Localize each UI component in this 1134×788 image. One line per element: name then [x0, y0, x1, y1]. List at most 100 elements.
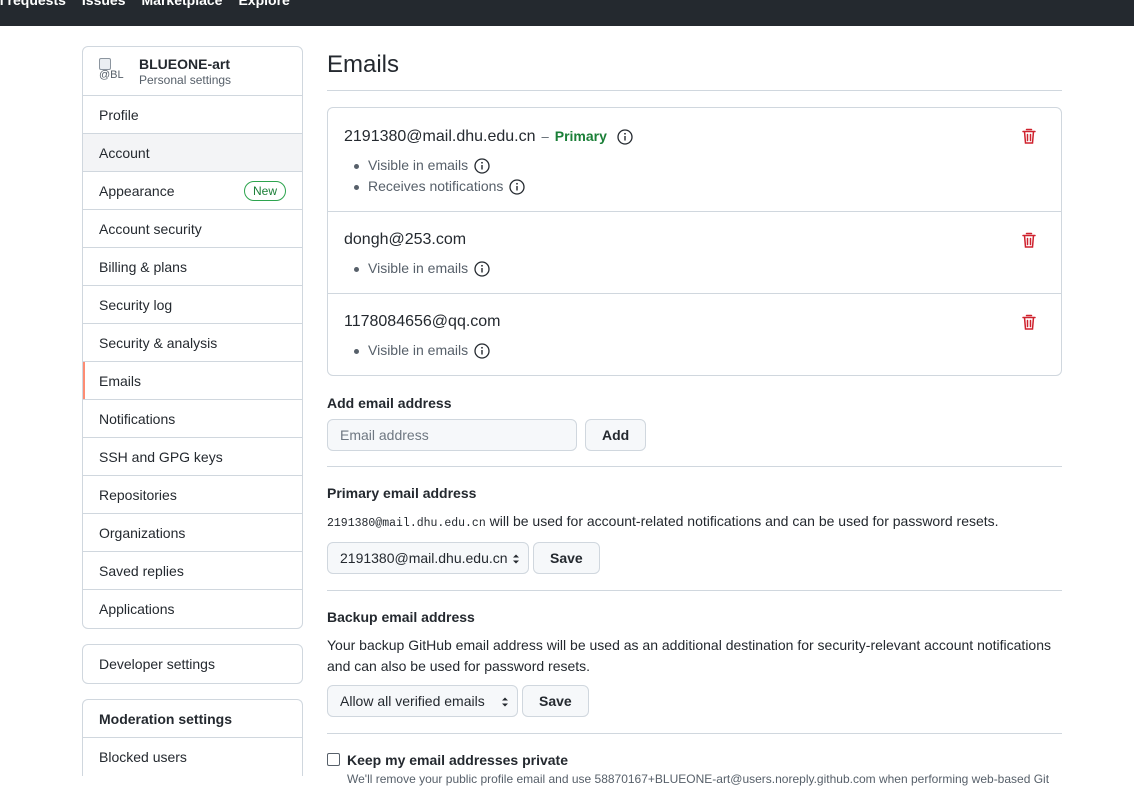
page-title: Emails: [327, 46, 1062, 91]
developer-settings-box: Developer settings: [82, 644, 303, 684]
email-properties: Visible in emails: [344, 258, 1045, 279]
email-properties: Visible in emails Receives notifications: [344, 155, 1045, 197]
backup-email-description: Your backup GitHub email address will be…: [327, 637, 1052, 674]
email-row: dongh@253.com Visible in emails: [328, 212, 1061, 294]
backup-email-select[interactable]: Allow all verified emails: [327, 685, 518, 717]
backup-email-controls: Allow all verified emails Save: [327, 685, 1062, 717]
primary-email-select[interactable]: 2191380@mail.dhu.edu.cn: [327, 542, 529, 574]
avatar[interactable]: @BL: [99, 58, 129, 88]
sidebar-item-security-analysis[interactable]: Security & analysis: [83, 324, 302, 362]
sidebar-item-developer-settings[interactable]: Developer settings: [83, 645, 302, 683]
property-label: Visible in emails: [368, 157, 469, 173]
info-icon[interactable]: [474, 158, 490, 174]
add-email-button[interactable]: Add: [585, 419, 647, 451]
info-icon[interactable]: [474, 343, 490, 359]
settings-sidebar: @BL BLUEONE-art Personal settings Profil…: [82, 46, 303, 629]
backup-email-save-button[interactable]: Save: [522, 685, 589, 717]
personal-settings-label: Personal settings: [139, 73, 232, 87]
email-address-line: 2191380@mail.dhu.edu.cn – Primary: [344, 124, 1045, 149]
sidebar-item-profile[interactable]: Profile: [83, 96, 302, 134]
email-address: dongh@253.com: [344, 231, 467, 248]
primary-label: Primary: [554, 128, 607, 144]
trash-icon[interactable]: [1021, 231, 1037, 249]
moderation-heading-label: Moderation settings: [99, 710, 233, 727]
sidebar-item-label: Emails: [99, 372, 142, 389]
moderation-settings-heading: Moderation settings: [83, 700, 302, 738]
add-email-row: Add: [327, 419, 1062, 451]
keep-private-checkbox[interactable]: [327, 753, 340, 766]
primary-email-code: 2191380@mail.dhu.edu.cn: [327, 517, 486, 530]
sidebar-item-account-security[interactable]: Account security: [83, 210, 302, 248]
sidebar-item-appearance[interactable]: Appearance New: [83, 172, 302, 210]
email-property: Receives notifications: [354, 176, 1045, 197]
main-content: Emails 2191380@mail.dhu.edu.cn – Primary V…: [327, 46, 1062, 788]
backup-email-label: Backup email address: [327, 609, 475, 625]
email-address: 2191380@mail.dhu.edu.cn: [344, 128, 536, 145]
sidebar-item-ssh-gpg-keys[interactable]: SSH and GPG keys: [83, 438, 302, 476]
email-list: 2191380@mail.dhu.edu.cn – Primary Visible …: [327, 107, 1062, 376]
select-arrows-icon: [502, 697, 508, 707]
primary-email-save-button[interactable]: Save: [533, 542, 600, 574]
nav-link-explore[interactable]: Explore: [238, 0, 289, 8]
info-icon[interactable]: [617, 129, 633, 145]
divider: [327, 590, 1062, 591]
email-property: Visible in emails: [354, 258, 1045, 279]
select-arrows-icon: [513, 554, 519, 564]
keep-private-label[interactable]: Keep my email addresses private: [347, 752, 568, 768]
keep-private-note: We'll remove your public profile email a…: [347, 772, 1050, 786]
top-nav-links: Pull requests Issues Marketplace Explore: [0, 0, 290, 8]
trash-icon[interactable]: [1021, 313, 1037, 331]
sidebar-item-saved-replies[interactable]: Saved replies: [83, 552, 302, 590]
add-email-section: Add email address Add: [327, 393, 1062, 451]
separator: –: [541, 129, 549, 144]
sidebar-item-emails[interactable]: Emails: [83, 362, 302, 400]
sidebar-item-label: Security & analysis: [99, 334, 218, 351]
sidebar-item-security-log[interactable]: Security log: [83, 286, 302, 324]
nav-link-marketplace[interactable]: Marketplace: [142, 0, 223, 8]
primary-email-controls: 2191380@mail.dhu.edu.cn Save: [327, 542, 1062, 574]
sidebar-item-billing-plans[interactable]: Billing & plans: [83, 248, 302, 286]
nav-link-pull-requests[interactable]: Pull requests: [0, 0, 66, 8]
email-address: 1178084656@qq.com: [344, 313, 501, 330]
keep-private-row: Keep my email addresses private: [327, 750, 1062, 770]
keep-private-section: Keep my email addresses private We'll re…: [327, 750, 1062, 788]
email-properties: Visible in emails: [344, 340, 1045, 361]
username[interactable]: BLUEONE-art: [139, 56, 231, 73]
select-value: 2191380@mail.dhu.edu.cn: [340, 550, 508, 566]
sidebar-item-label: Security log: [99, 296, 173, 313]
email-property: Visible in emails: [354, 340, 1045, 361]
new-badge: New: [243, 181, 286, 201]
sidebar-item-notifications[interactable]: Notifications: [83, 400, 302, 438]
sidebar-item-repositories[interactable]: Repositories: [83, 476, 302, 514]
backup-email-section: Backup email address Your backup GitHub …: [327, 607, 1062, 717]
email-address-line: 1178084656@qq.com: [344, 310, 1045, 334]
property-label: Visible in emails: [368, 342, 469, 358]
sidebar-item-label: Developer settings: [99, 656, 215, 672]
property-label: Visible in emails: [368, 260, 469, 276]
sidebar-user-info: BLUEONE-art Personal settings: [139, 56, 231, 88]
email-input[interactable]: [327, 419, 577, 451]
email-address-line: dongh@253.com: [344, 228, 1045, 252]
primary-email-label: Primary email address: [327, 485, 477, 501]
email-property: Visible in emails: [354, 155, 1045, 176]
sidebar-item-label: Account security: [99, 220, 202, 237]
sidebar-item-applications[interactable]: Applications: [83, 590, 302, 628]
nav-link-issues[interactable]: Issues: [82, 0, 126, 8]
info-icon[interactable]: [474, 261, 490, 277]
email-row: 1178084656@qq.com Visible in emails: [328, 294, 1061, 375]
primary-email-description: 2191380@mail.dhu.edu.cn will be used for…: [327, 511, 1062, 534]
info-icon[interactable]: [509, 179, 526, 195]
sidebar-item-label: Notifications: [99, 410, 176, 427]
add-email-label: Add email address: [327, 395, 452, 411]
trash-icon[interactable]: [1021, 127, 1037, 145]
sidebar-item-account[interactable]: Account: [83, 134, 302, 172]
moderation-settings-box: Moderation settings Blocked users: [82, 699, 303, 776]
email-row: 2191380@mail.dhu.edu.cn – Primary Visible …: [328, 108, 1061, 212]
sidebar-item-label: SSH and GPG keys: [99, 448, 223, 465]
sidebar-item-blocked-users[interactable]: Blocked users: [83, 738, 302, 776]
select-value: Allow all verified emails: [340, 693, 485, 709]
sidebar-item-label: Account: [99, 144, 150, 161]
sidebar-item-organizations[interactable]: Organizations: [83, 514, 302, 552]
primary-email-desc-text: will be used for account-related notific…: [485, 513, 999, 529]
property-label: Receives notifications: [368, 178, 504, 194]
